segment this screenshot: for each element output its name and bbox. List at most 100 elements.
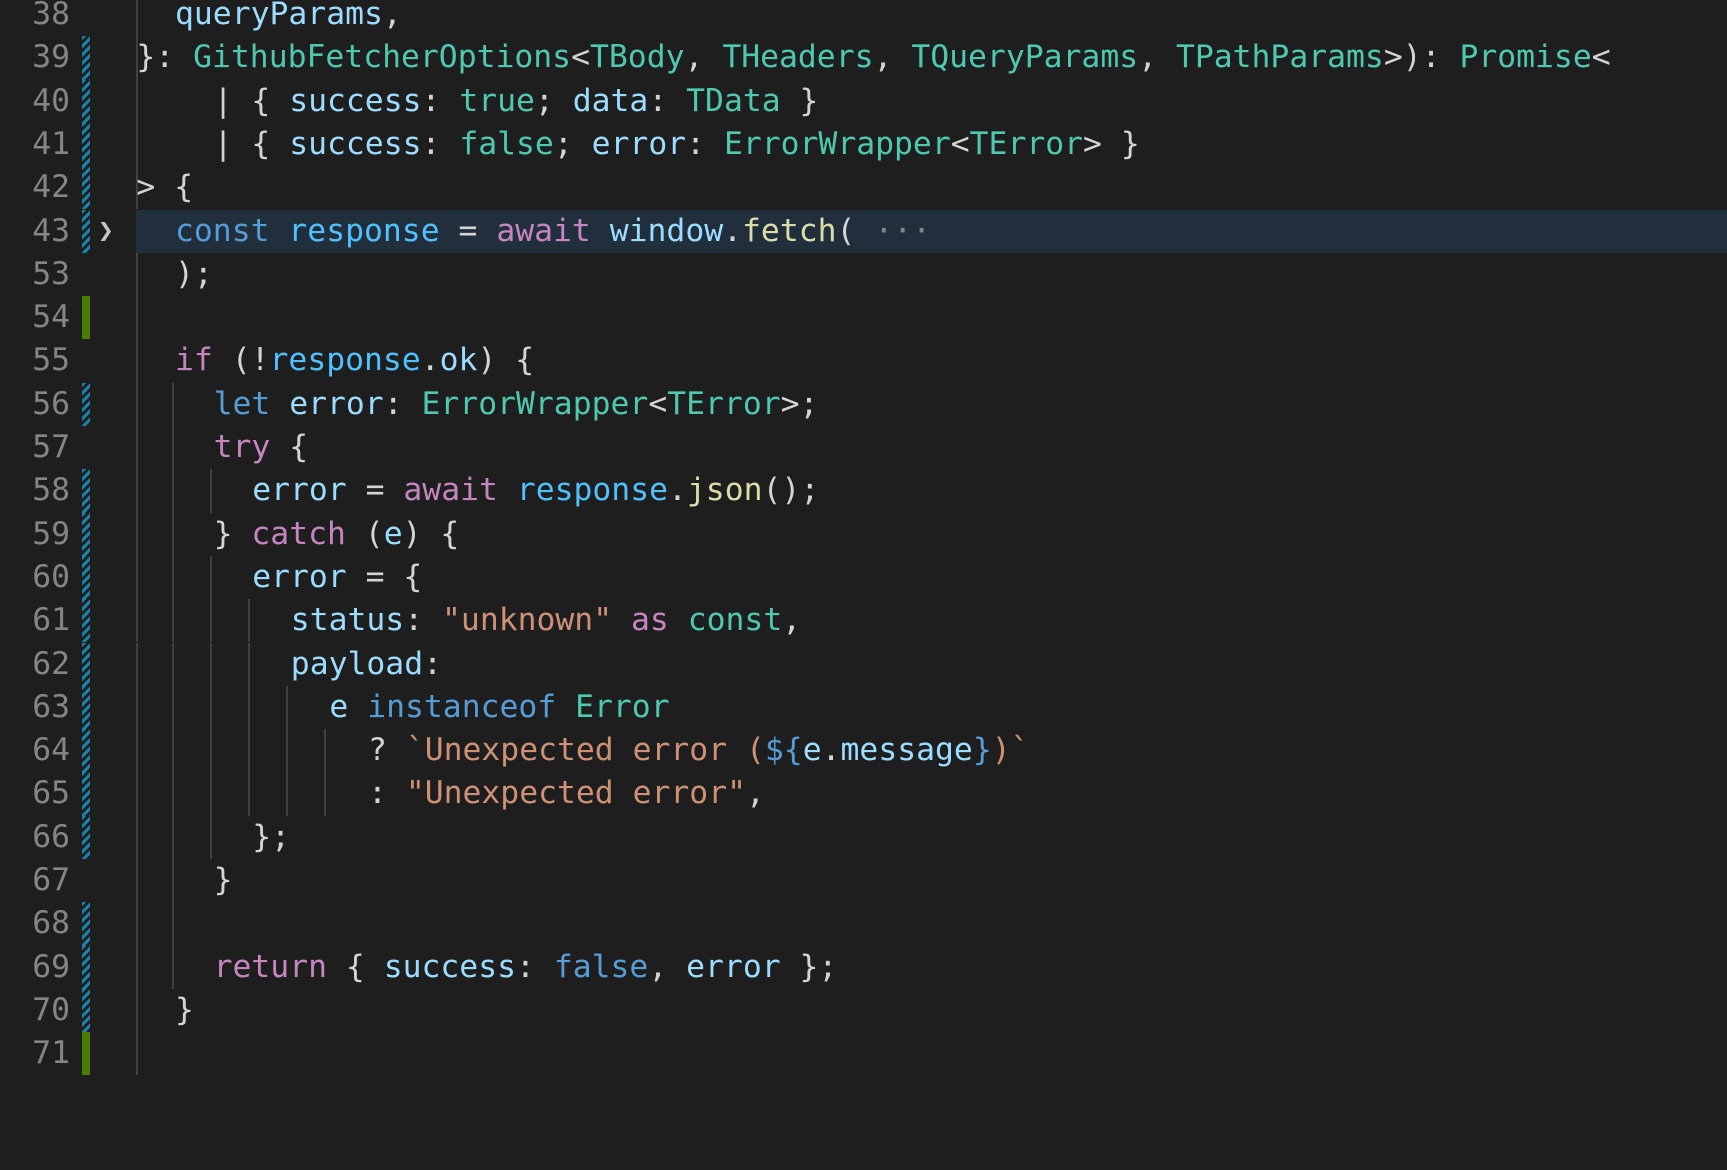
line-number[interactable]: 71 bbox=[0, 1032, 70, 1075]
modified-line-marker[interactable] bbox=[82, 902, 90, 946]
code-text[interactable]: e instanceof Error bbox=[329, 686, 669, 729]
modified-line-marker[interactable] bbox=[82, 166, 90, 210]
code-text[interactable]: queryParams, bbox=[175, 0, 402, 36]
code-line[interactable]: 64 ? `Unexpected error (${e.message})` bbox=[0, 729, 1727, 773]
code-text[interactable]: : "Unexpected error", bbox=[368, 772, 765, 815]
code-text[interactable]: ); bbox=[175, 253, 213, 296]
line-number[interactable]: 43 bbox=[0, 210, 70, 253]
code-text[interactable]: if (!response.ok) { bbox=[175, 339, 534, 382]
code-token: ErrorWrapper bbox=[723, 125, 951, 162]
added-line-marker[interactable] bbox=[82, 296, 90, 340]
code-line[interactable]: 58 error = await response.json(); bbox=[0, 469, 1727, 513]
line-number[interactable]: 55 bbox=[0, 339, 70, 382]
code-line[interactable]: 59 } catch (e) { bbox=[0, 512, 1727, 556]
modified-line-marker[interactable] bbox=[82, 469, 90, 513]
code-line[interactable]: 56 let error: ErrorWrapper<TError>; bbox=[0, 382, 1727, 426]
code-text[interactable]: let error: ErrorWrapper<TError>; bbox=[214, 383, 819, 426]
code-line[interactable]: 68 bbox=[0, 902, 1727, 946]
code-line[interactable]: 69 return { success: false, error }; bbox=[0, 945, 1727, 989]
modified-line-marker[interactable] bbox=[82, 772, 90, 816]
line-number[interactable]: 53 bbox=[0, 253, 70, 296]
modified-line-marker[interactable] bbox=[82, 79, 90, 123]
modified-line-marker[interactable] bbox=[82, 382, 90, 426]
line-number[interactable]: 70 bbox=[0, 989, 70, 1032]
code-token: error bbox=[591, 125, 687, 162]
code-token: TPathParams bbox=[1175, 39, 1384, 76]
modified-line-marker[interactable] bbox=[82, 36, 90, 80]
modified-line-marker[interactable] bbox=[82, 209, 90, 253]
code-line[interactable]: 70} bbox=[0, 988, 1727, 1033]
code-line[interactable]: 66}; bbox=[0, 815, 1727, 859]
code-line[interactable]: 42 > { bbox=[0, 166, 1727, 210]
line-number[interactable]: 58 bbox=[0, 469, 70, 512]
code-line[interactable]: 63 e instanceof Error bbox=[0, 685, 1727, 730]
line-number[interactable]: 60 bbox=[0, 556, 70, 599]
code-text[interactable]: error = await response.json(); bbox=[252, 469, 819, 512]
line-number[interactable]: 39 bbox=[0, 36, 70, 79]
line-number[interactable]: 42 bbox=[0, 166, 70, 209]
indent-guide bbox=[248, 685, 250, 730]
code-line[interactable]: 38 queryParams, bbox=[0, 0, 1727, 37]
modified-line-marker[interactable] bbox=[82, 945, 90, 989]
modified-line-marker[interactable] bbox=[82, 122, 90, 167]
indent-guide bbox=[136, 988, 138, 1033]
line-number[interactable]: 65 bbox=[0, 772, 70, 815]
code-editor[interactable]: 38 queryParams, 39 }: GithubFetcherOptions<… bbox=[0, 0, 1727, 1170]
line-number[interactable]: 63 bbox=[0, 686, 70, 729]
code-text[interactable]: error = { bbox=[252, 556, 422, 599]
modified-line-marker[interactable] bbox=[82, 642, 90, 686]
code-text[interactable]: try { bbox=[214, 426, 309, 469]
line-number[interactable]: 54 bbox=[0, 296, 70, 339]
modified-line-marker[interactable] bbox=[82, 555, 90, 600]
added-line-marker[interactable] bbox=[82, 1032, 90, 1076]
line-number[interactable]: 59 bbox=[0, 513, 70, 556]
code-text[interactable]: } catch (e) { bbox=[214, 513, 460, 556]
code-line[interactable]: 43 ❯ const response = await window.fetch( … bbox=[0, 209, 1727, 254]
line-number[interactable]: 64 bbox=[0, 729, 70, 772]
code-text[interactable]: const response = await window.fetch( ··· bbox=[175, 210, 931, 253]
code-text[interactable]: > { bbox=[136, 166, 193, 209]
code-line[interactable]: 62 payload: bbox=[0, 642, 1727, 686]
modified-line-marker[interactable] bbox=[82, 512, 90, 556]
code-line[interactable]: 53); bbox=[0, 252, 1727, 297]
code-line[interactable]: 67} bbox=[0, 859, 1727, 903]
code-text[interactable]: status: "unknown" as const, bbox=[291, 599, 801, 642]
indent-guide bbox=[136, 512, 138, 556]
code-text[interactable]: payload: bbox=[291, 643, 442, 686]
code-text[interactable]: }: GithubFetcherOptions<TBody, THeaders,… bbox=[136, 36, 1610, 79]
line-number[interactable]: 67 bbox=[0, 859, 70, 902]
fold-chevron-right-icon[interactable]: ❯ bbox=[98, 210, 114, 253]
line-number[interactable]: 66 bbox=[0, 816, 70, 859]
code-text[interactable]: return { success: false, error }; bbox=[214, 946, 838, 989]
modified-line-marker[interactable] bbox=[82, 729, 90, 773]
code-line[interactable]: 71 bbox=[0, 1032, 1727, 1076]
code-text[interactable]: } bbox=[214, 859, 233, 902]
modified-line-marker[interactable] bbox=[82, 988, 90, 1033]
line-number[interactable]: 40 bbox=[0, 80, 70, 123]
modified-line-marker[interactable] bbox=[82, 599, 90, 643]
code-line[interactable]: 41 | { success: false; error: ErrorWrappe… bbox=[0, 122, 1727, 167]
code-text[interactable]: }; bbox=[252, 816, 290, 859]
line-number[interactable]: 38 bbox=[0, 0, 70, 36]
code-line[interactable]: 54 bbox=[0, 296, 1727, 340]
line-number[interactable]: 41 bbox=[0, 123, 70, 166]
line-number[interactable]: 57 bbox=[0, 426, 70, 469]
code-text[interactable]: | { success: false; error: ErrorWrapper<… bbox=[214, 123, 1140, 166]
line-number[interactable]: 69 bbox=[0, 946, 70, 989]
code-line[interactable]: 57 try { bbox=[0, 426, 1727, 470]
code-line[interactable]: 39 }: GithubFetcherOptions<TBody, THeader… bbox=[0, 36, 1727, 80]
line-number[interactable]: 68 bbox=[0, 902, 70, 945]
code-line[interactable]: 61 status: "unknown" as const, bbox=[0, 599, 1727, 643]
line-number[interactable]: 56 bbox=[0, 383, 70, 426]
code-text[interactable]: ? `Unexpected error (${e.message})` bbox=[368, 729, 1030, 772]
code-line[interactable]: 60 error = { bbox=[0, 555, 1727, 600]
modified-line-marker[interactable] bbox=[82, 685, 90, 730]
code-line[interactable]: 55 if (!response.ok) { bbox=[0, 339, 1727, 383]
code-text[interactable]: } bbox=[175, 989, 194, 1032]
line-number[interactable]: 62 bbox=[0, 643, 70, 686]
line-number[interactable]: 61 bbox=[0, 599, 70, 642]
code-text[interactable]: | { success: true; data: TData } bbox=[214, 80, 819, 123]
modified-line-marker[interactable] bbox=[82, 815, 90, 859]
code-line[interactable]: 65 : "Unexpected error", bbox=[0, 772, 1727, 816]
code-line[interactable]: 40 | { success: true; data: TData } bbox=[0, 79, 1727, 123]
